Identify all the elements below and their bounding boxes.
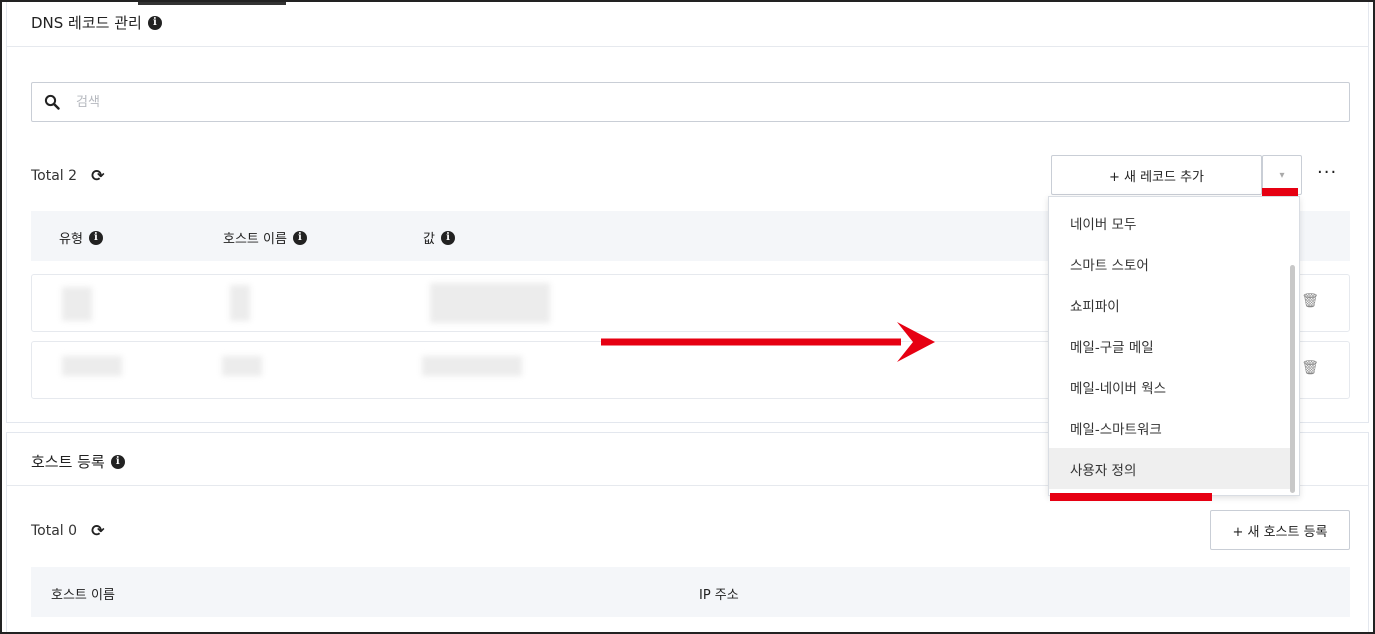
dropdown-item-mail-smartwork[interactable]: 메일-스마트워크 xyxy=(1049,407,1291,448)
column-header-value: 값 i xyxy=(423,228,455,247)
hosts-table-header: 호스트 이름 IP 주소 xyxy=(31,567,1350,617)
title-divider xyxy=(7,46,1368,47)
add-record-button[interactable]: + 새 레코드 추가 xyxy=(1051,155,1262,195)
search-icon xyxy=(44,94,60,110)
dns-title-text: DNS 레코드 관리 xyxy=(31,14,142,32)
search-box xyxy=(31,82,1350,122)
redacted-type xyxy=(62,356,122,376)
redacted-hostname xyxy=(230,285,250,321)
info-icon[interactable]: i xyxy=(88,230,103,245)
info-icon[interactable]: i xyxy=(292,230,307,245)
trash-icon[interactable]: 🗑 xyxy=(1301,293,1319,309)
column-header-hostname: 호스트 이름 xyxy=(51,588,115,603)
hosts-total-label: Total 0 xyxy=(31,522,78,539)
refresh-icon[interactable]: ⟳ xyxy=(91,166,104,185)
add-host-button[interactable]: + 새 호스트 등록 xyxy=(1210,510,1350,550)
dropdown-item-shopify[interactable]: 쇼피파이 xyxy=(1049,284,1291,325)
dropdown-scrollbar[interactable] xyxy=(1290,265,1295,493)
more-options-icon[interactable]: ··· xyxy=(1317,162,1337,183)
column-header-ip: IP 주소 xyxy=(699,588,739,603)
dropdown-item-naver-modoo[interactable]: 네이버 모두 xyxy=(1049,202,1291,243)
dropdown-item-mail-google[interactable]: 메일-구글 메일 xyxy=(1049,325,1291,366)
redacted-hostname xyxy=(222,356,262,376)
redacted-value xyxy=(430,283,550,323)
dns-title: DNS 레코드 관리 i xyxy=(31,12,162,33)
dropdown-item-custom[interactable]: 사용자 정의 xyxy=(1049,448,1291,489)
info-icon[interactable]: i xyxy=(147,15,162,30)
active-tab-indicator xyxy=(138,2,286,5)
hosts-title: 호스트 등록 i xyxy=(31,451,125,472)
annotation-arrow xyxy=(601,322,935,362)
info-icon[interactable]: i xyxy=(110,454,125,469)
column-header-type: 유형 i xyxy=(59,228,103,247)
trash-icon[interactable]: 🗑 xyxy=(1301,360,1319,376)
record-type-dropdown: 네이버 모두 스마트 스토어 쇼피파이 메일-구글 메일 메일-네이버 웍스 메… xyxy=(1048,196,1300,496)
annotation-underline-custom xyxy=(1050,493,1212,501)
redacted-value xyxy=(422,356,522,376)
annotation-underline-caret xyxy=(1262,188,1298,196)
hosts-title-text: 호스트 등록 xyxy=(31,453,105,471)
column-header-hostname: 호스트 이름 i xyxy=(223,228,307,247)
hosts-total: Total 0 ⟳ xyxy=(31,521,104,540)
dns-total: Total 2 ⟳ xyxy=(31,166,104,185)
search-input[interactable] xyxy=(76,94,1276,110)
info-icon[interactable]: i xyxy=(440,230,455,245)
dropdown-item-mail-naver-works[interactable]: 메일-네이버 웍스 xyxy=(1049,366,1291,407)
redacted-type xyxy=(62,287,92,321)
dropdown-item-smart-store[interactable]: 스마트 스토어 xyxy=(1049,243,1291,284)
dns-total-label: Total 2 xyxy=(31,167,78,184)
refresh-icon[interactable]: ⟳ xyxy=(91,521,104,540)
